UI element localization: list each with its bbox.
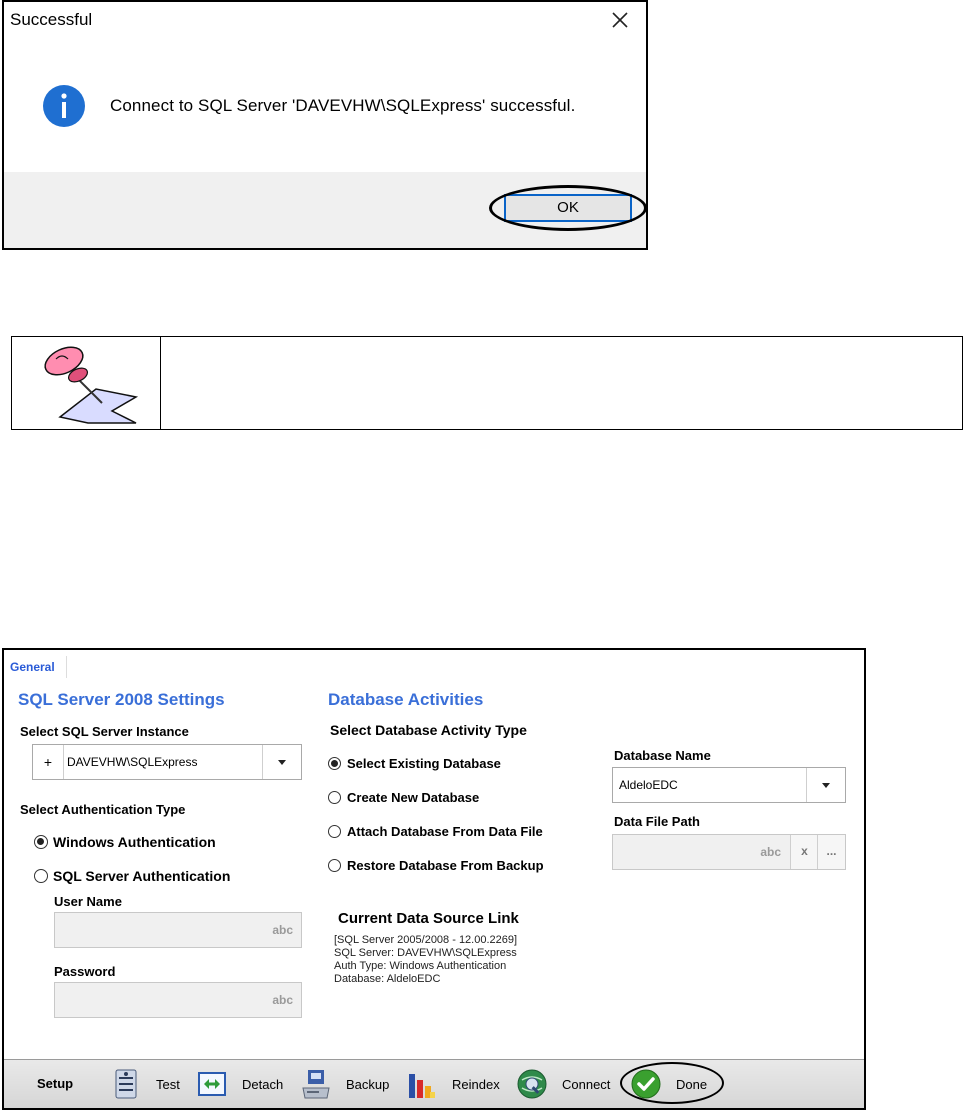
note-icon-cell (12, 337, 161, 429)
radio-unselected-icon (34, 869, 48, 883)
auth-type-label: Select Authentication Type (20, 802, 186, 817)
radio-unselected-icon (328, 859, 341, 872)
detach-label: Detach (242, 1077, 284, 1092)
username-label: User Name (54, 894, 122, 909)
chevron-down-icon (278, 760, 286, 765)
dialog-footer: OK (4, 172, 647, 248)
radio-create-new-label: Create New Database (347, 790, 480, 805)
test-button[interactable]: Test (110, 1068, 182, 1102)
instance-dropdown-button[interactable] (262, 745, 301, 779)
reindex-icon (409, 1074, 435, 1098)
data-source-line: [SQL Server 2005/2008 - 12.00.2269] (334, 934, 518, 946)
radio-selected-icon (34, 835, 48, 849)
radio-windows-auth-label: Windows Authentication (53, 834, 216, 850)
radio-unselected-icon (328, 825, 341, 838)
sql-settings-title: SQL Server 2008 Settings (18, 690, 225, 709)
data-source-line: Auth Type: Windows Authentication (334, 960, 507, 972)
close-icon[interactable] (608, 8, 632, 32)
detach-button[interactable]: Detach (196, 1068, 288, 1102)
backup-icon (302, 1070, 330, 1099)
database-name-value: AldeloEDC (619, 778, 678, 792)
database-name-label: Database Name (614, 748, 711, 763)
database-activities-title: Database Activities (328, 690, 484, 709)
password-placeholder: abc (272, 993, 293, 1007)
radio-selected-icon (328, 757, 341, 770)
test-icon (115, 1069, 137, 1099)
tab-general[interactable]: General (10, 660, 55, 674)
backup-label: Backup (346, 1077, 390, 1092)
dialog-message: Connect to SQL Server 'DAVEVHW\SQLExpres… (110, 96, 576, 115)
connect-label: Connect (562, 1077, 611, 1092)
info-icon (43, 85, 85, 127)
radio-restore-backup-label: Restore Database From Backup (347, 858, 544, 873)
username-placeholder: abc (272, 923, 293, 937)
backup-button[interactable]: Backup (300, 1068, 394, 1102)
data-file-path-label: Data File Path (614, 814, 700, 829)
bottom-toolbar: Setup Test Detach Backup Reindex Connect… (4, 1059, 864, 1108)
add-instance-button[interactable]: + (33, 745, 64, 779)
toolbar-setup-label: Setup (37, 1076, 74, 1091)
data-source-line: SQL Server: DAVEVHW\SQLExpress (334, 947, 517, 959)
pushpin-note-icon (44, 346, 139, 424)
radio-attach-file-label: Attach Database From Data File (347, 824, 543, 839)
done-label: Done (676, 1077, 708, 1092)
success-dialog: Successful Connect to SQL Server 'DAVEVH… (2, 0, 648, 250)
ok-button[interactable]: OK (504, 194, 632, 222)
data-file-path-field[interactable]: abc x ... (612, 834, 846, 870)
note-box (11, 336, 963, 430)
instance-value: DAVEVHW\SQLExpress (67, 755, 198, 769)
radio-select-existing-label: Select Existing Database (347, 756, 501, 771)
tab-divider (66, 656, 67, 678)
data-file-path-placeholder: abc (760, 845, 781, 859)
password-label: Password (54, 964, 116, 979)
data-source-title: Current Data Source Link (338, 910, 519, 927)
database-name-combo[interactable]: AldeloEDC (612, 767, 846, 803)
connect-button[interactable]: Connect (516, 1068, 618, 1102)
dialog-title: Successful (10, 10, 93, 29)
instance-label: Select SQL Server Instance (20, 724, 189, 739)
test-label: Test (156, 1077, 180, 1092)
reindex-button[interactable]: Reindex (406, 1068, 504, 1102)
browse-path-button[interactable]: ... (817, 835, 845, 869)
instance-combo[interactable]: + DAVEVHW\SQLExpress (32, 744, 302, 780)
username-field[interactable]: abc (54, 912, 302, 948)
activity-type-label: Select Database Activity Type (330, 722, 527, 738)
sql-settings-panel: General SQL Server 2008 Settings Select … (2, 648, 866, 1110)
clear-path-button[interactable]: x (790, 835, 818, 869)
database-dropdown-button[interactable] (806, 768, 845, 802)
radio-unselected-icon (328, 791, 341, 804)
done-button[interactable]: Done (630, 1068, 720, 1102)
password-field[interactable]: abc (54, 982, 302, 1018)
data-source-line: Database: AldeloEDC (334, 973, 441, 985)
checkmark-icon (631, 1069, 661, 1099)
radio-sql-auth-label: SQL Server Authentication (53, 868, 231, 884)
chevron-down-icon (822, 783, 830, 788)
detach-icon (198, 1072, 226, 1096)
connect-globe-icon (517, 1069, 547, 1099)
reindex-label: Reindex (452, 1077, 500, 1092)
